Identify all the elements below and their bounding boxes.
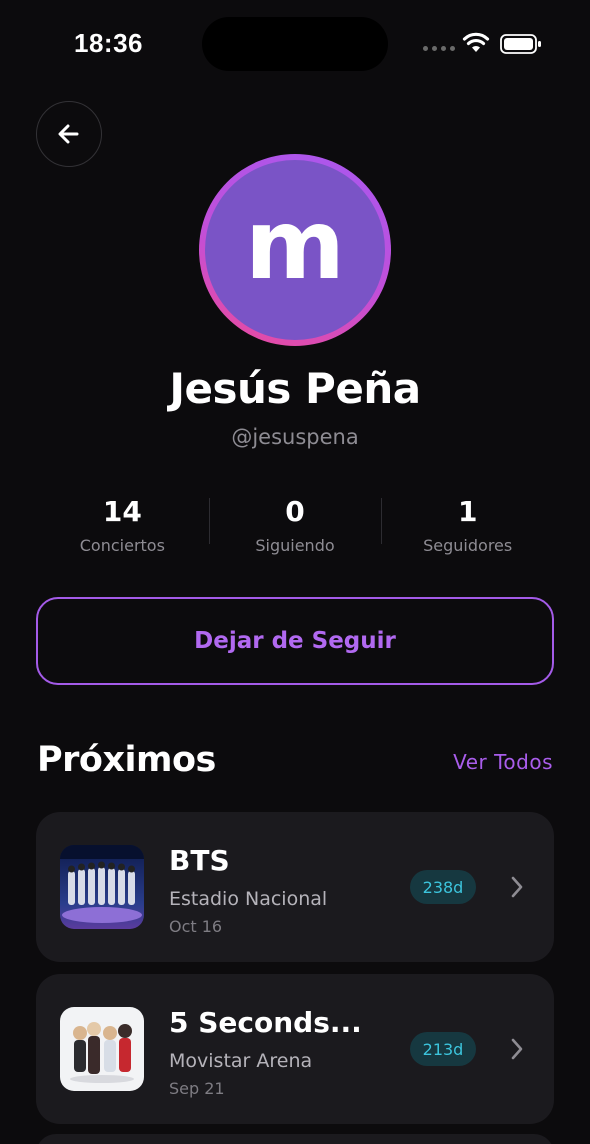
unfollow-button[interactable]: Dejar de Seguir: [36, 597, 554, 685]
event-venue: Estadio Nacional: [169, 888, 328, 910]
event-card[interactable]: BTS Estadio Nacional Oct 16 238d: [36, 812, 554, 962]
band-photo-icon: [60, 1007, 144, 1091]
band-photo-icon: [60, 845, 144, 929]
signal-icon: [423, 46, 455, 51]
see-all-link[interactable]: Ver Todos: [453, 750, 553, 774]
event-title: BTS: [169, 844, 230, 877]
stat-value: 1: [457, 495, 478, 528]
countdown-badge: 238d: [410, 870, 476, 904]
stat-label: Seguidores: [423, 536, 513, 555]
status-time: 18:36: [74, 28, 143, 58]
avatar-letter: m: [244, 189, 346, 301]
stat-value: 14: [102, 495, 142, 528]
section-title-upcoming: Próximos: [37, 740, 216, 780]
chevron-right-icon: [511, 1038, 523, 1060]
arrow-left-icon: [58, 124, 79, 144]
event-date: Oct 16: [169, 917, 223, 936]
status-bar: 18:36: [0, 0, 590, 88]
profile-handle: @jesuspena: [231, 425, 359, 449]
profile-name: Jesús Peña: [169, 364, 421, 413]
avatar-circle: m: [205, 160, 385, 340]
wifi-icon: [462, 32, 490, 52]
chevron-right-icon: [511, 876, 523, 898]
event-date: Sep 21: [169, 1079, 225, 1098]
stat-following[interactable]: 0 Siguiendo: [208, 494, 382, 555]
dynamic-island: [202, 17, 388, 71]
stat-followers[interactable]: 1 Seguidores: [381, 494, 554, 555]
battery-icon: [500, 34, 541, 54]
stat-label: Conciertos: [79, 536, 165, 555]
stat-label: Siguiendo: [255, 536, 335, 555]
stat-value: 0: [285, 495, 305, 528]
back-button[interactable]: [36, 101, 102, 167]
stats-row: 14 Conciertos 0 Siguiendo 1 Seguidores: [36, 494, 554, 555]
event-card[interactable]: 5 Seconds... Movistar Arena Sep 21 213d: [36, 974, 554, 1124]
event-card-peek[interactable]: [36, 1134, 554, 1144]
avatar: m: [199, 154, 391, 346]
event-title: 5 Seconds...: [169, 1006, 362, 1039]
event-venue: Movistar Arena: [169, 1050, 313, 1072]
countdown-badge: 213d: [410, 1032, 476, 1066]
stat-divider: [208, 498, 210, 544]
stat-divider: [381, 498, 383, 544]
stat-concerts[interactable]: 14 Conciertos: [36, 494, 209, 555]
